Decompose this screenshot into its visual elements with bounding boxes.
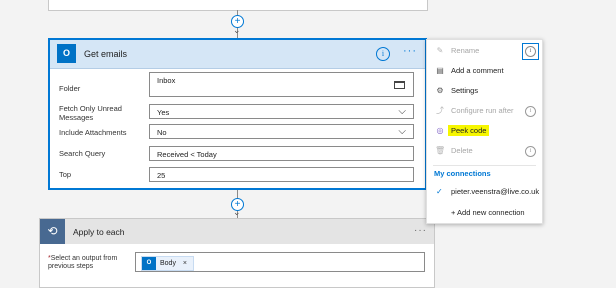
menu-item-peek-code[interactable]: ◎ Peek code bbox=[427, 123, 542, 139]
outlook-icon: O bbox=[142, 257, 156, 270]
folder-icon[interactable] bbox=[394, 81, 405, 89]
info-icon[interactable]: i bbox=[525, 106, 536, 117]
output-label-text: Select an output from previous steps bbox=[48, 255, 118, 270]
menu-item-delete[interactable]: 🗑 Delete i bbox=[427, 143, 542, 159]
outlook-icon: O bbox=[57, 44, 76, 63]
token-label: Body bbox=[160, 260, 176, 267]
connection-item[interactable]: ✓ pieter.veenstra@live.co.uk bbox=[427, 184, 542, 200]
arrow-down-icon: ⌄ bbox=[233, 207, 241, 217]
menu-item-configure-run-after[interactable]: ⤴ Configure run after i bbox=[427, 103, 542, 119]
menu-item-rename[interactable]: ✎ Rename i bbox=[427, 43, 542, 60]
fetch-unread-label: Fetch Only Unread Messages bbox=[59, 104, 122, 122]
trash-icon: 🗑 bbox=[435, 146, 446, 155]
comment-icon: ▤ bbox=[436, 66, 444, 75]
menu-item-settings[interactable]: ⚙ Settings bbox=[427, 83, 542, 99]
folder-field[interactable]: Inbox bbox=[149, 72, 414, 97]
body-token[interactable]: O Body × bbox=[141, 256, 195, 271]
menu-divider bbox=[433, 165, 536, 166]
top-label: Top bbox=[59, 170, 72, 179]
get-emails-card[interactable]: O Get emails i ··· Folder Inbox Fetch On… bbox=[48, 38, 427, 190]
menu-item-label: Configure run after bbox=[451, 106, 514, 115]
connection-label: pieter.veenstra@live.co.uk bbox=[451, 187, 540, 196]
info-icon[interactable]: i bbox=[525, 146, 536, 157]
info-icon[interactable]: i bbox=[376, 47, 390, 61]
more-options-icon[interactable]: ··· bbox=[403, 45, 417, 57]
action-context-menu: ✎ Rename i ▤ Add a comment ⚙ Settings ⤴ … bbox=[426, 39, 543, 224]
peek-code-icon: ◎ bbox=[436, 126, 444, 135]
top-input[interactable]: 25 bbox=[149, 167, 414, 182]
search-query-label: Search Query bbox=[59, 149, 106, 158]
output-label: *Select an output from previous steps bbox=[48, 255, 123, 271]
info-icon[interactable]: i bbox=[522, 43, 539, 60]
get-emails-title: Get emails bbox=[84, 49, 128, 59]
loop-icon: ⟲ bbox=[40, 219, 65, 244]
apply-to-each-header[interactable]: ⟲ Apply to each ··· bbox=[40, 219, 434, 244]
search-query-value: Received < Today bbox=[157, 150, 217, 159]
arrow-down-icon: ⌄ bbox=[233, 25, 241, 35]
top-value: 25 bbox=[157, 171, 166, 180]
apply-to-each-title: Apply to each bbox=[73, 227, 125, 237]
fetch-unread-dropdown[interactable]: Yes ⌵ bbox=[149, 104, 414, 119]
menu-item-label: Delete bbox=[451, 146, 473, 155]
folder-value: Inbox bbox=[157, 76, 176, 85]
chevron-down-icon[interactable]: ⌵ bbox=[398, 126, 406, 137]
gear-icon: ⚙ bbox=[436, 86, 444, 95]
add-new-connection[interactable]: + Add new connection bbox=[427, 205, 542, 221]
menu-item-label: Rename bbox=[451, 46, 480, 55]
fetch-unread-value: Yes bbox=[157, 108, 170, 117]
info-icon-glyph: i bbox=[525, 46, 536, 57]
include-attachments-label: Include Attachments bbox=[59, 128, 127, 137]
chevron-down-icon[interactable]: ⌵ bbox=[398, 106, 406, 117]
get-emails-header[interactable]: O Get emails i ··· bbox=[50, 40, 425, 69]
more-options-icon[interactable]: ··· bbox=[414, 225, 427, 236]
apply-to-each-card[interactable]: ⟲ Apply to each ··· *Select an output fr… bbox=[39, 218, 435, 288]
menu-item-label-wrap: Peek code bbox=[448, 123, 490, 139]
output-input[interactable]: O Body × bbox=[135, 252, 425, 272]
check-icon: ✓ bbox=[436, 187, 443, 196]
menu-item-label: Settings bbox=[451, 86, 479, 95]
search-query-input[interactable]: Received < Today bbox=[149, 146, 414, 161]
include-attachments-value: No bbox=[157, 128, 167, 137]
menu-item-label: Peek code bbox=[448, 125, 490, 136]
remove-token-icon[interactable]: × bbox=[183, 260, 187, 267]
include-attachments-dropdown[interactable]: No ⌵ bbox=[149, 124, 414, 139]
menu-item-add-comment[interactable]: ▤ Add a comment bbox=[427, 63, 542, 79]
pencil-icon: ✎ bbox=[436, 46, 444, 55]
folder-label: Folder bbox=[59, 84, 81, 93]
my-connections-heading: My connections bbox=[434, 169, 491, 178]
add-connection-label: + Add new connection bbox=[451, 208, 525, 217]
previous-action-card[interactable] bbox=[48, 0, 428, 11]
run-after-icon: ⤴ bbox=[436, 106, 444, 115]
menu-item-label: Add a comment bbox=[451, 66, 504, 75]
